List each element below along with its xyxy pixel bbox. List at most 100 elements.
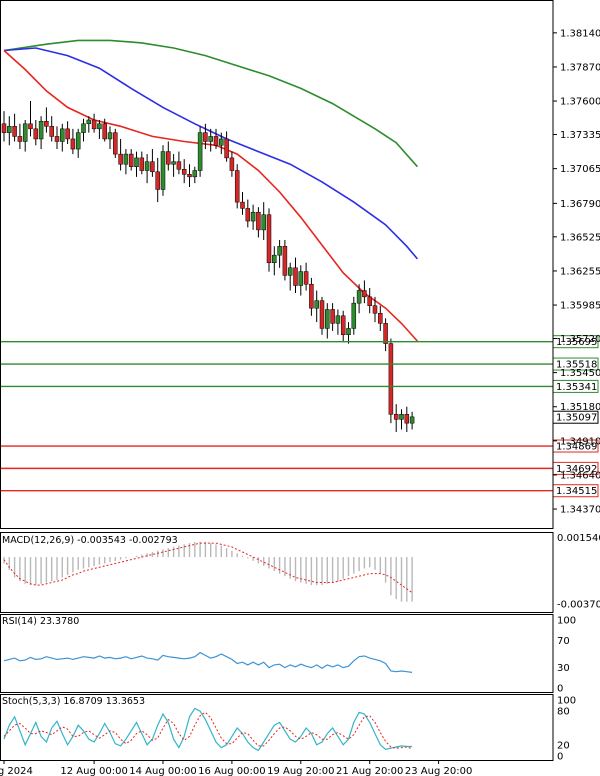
candle-body[interactable] xyxy=(298,271,304,286)
candle-body[interactable] xyxy=(319,300,325,329)
candle-body[interactable] xyxy=(139,157,145,171)
candle-body[interactable] xyxy=(351,302,357,329)
candle-body[interactable] xyxy=(113,132,118,155)
candle-body[interactable] xyxy=(22,123,28,142)
candle-body[interactable] xyxy=(250,211,256,222)
candle-body[interactable] xyxy=(240,201,245,209)
candle-body[interactable] xyxy=(134,157,139,167)
candle-body[interactable] xyxy=(160,151,166,190)
candle-body[interactable] xyxy=(102,123,107,140)
candle-body[interactable] xyxy=(155,171,160,190)
candle-body[interactable] xyxy=(70,138,76,150)
candle-body[interactable] xyxy=(372,305,378,314)
candle-body[interactable] xyxy=(346,328,351,335)
candle-body[interactable] xyxy=(60,128,65,142)
candle-body[interactable] xyxy=(118,153,123,165)
candle-body[interactable] xyxy=(325,309,330,329)
rsi-tick-label: 0 xyxy=(557,684,563,695)
candle-body[interactable] xyxy=(150,161,155,173)
candle-body[interactable] xyxy=(97,123,102,130)
candle-body[interactable] xyxy=(335,315,341,324)
candle-body[interactable] xyxy=(187,174,192,178)
candle-body[interactable] xyxy=(399,414,404,420)
stoch-tick-label: 80 xyxy=(557,707,570,718)
candle-body[interactable] xyxy=(309,283,314,309)
candle-body[interactable] xyxy=(17,136,23,142)
candle-body[interactable] xyxy=(224,138,229,159)
candle-body[interactable] xyxy=(256,211,261,231)
macd-tick-label: 0.001540 xyxy=(557,533,600,544)
candle-body[interactable] xyxy=(86,119,92,125)
candle-body[interactable] xyxy=(81,123,86,133)
candle-body[interactable] xyxy=(303,271,309,285)
candle-body[interactable] xyxy=(409,416,415,424)
candle-body[interactable] xyxy=(65,128,70,140)
candle-body[interactable] xyxy=(1,123,7,133)
candle-body[interactable] xyxy=(144,161,150,171)
candle-body[interactable] xyxy=(203,132,208,142)
price-panel[interactable] xyxy=(1,39,419,432)
candle-body[interactable] xyxy=(192,170,198,178)
candle-body[interactable] xyxy=(383,323,388,344)
chart-canvas[interactable]: 1.356951.355181.353411.350971.348691.346… xyxy=(0,0,600,776)
candle-body[interactable] xyxy=(293,267,298,286)
candle-body[interactable] xyxy=(38,121,44,140)
price-axis: 1.38140 1.37870 1.37600 1.37335 1.37065 1.367… xyxy=(553,28,600,516)
candle-body[interactable] xyxy=(261,214,266,231)
candle-body[interactable] xyxy=(314,300,319,309)
candle-body[interactable] xyxy=(282,246,288,276)
candle-body[interactable] xyxy=(12,126,17,137)
price-tick-label: 1.37335 xyxy=(560,130,600,141)
candle-body[interactable] xyxy=(7,126,12,133)
candle-body[interactable] xyxy=(388,343,394,415)
candle-body[interactable] xyxy=(362,290,367,298)
candle-body[interactable] xyxy=(356,290,362,304)
stoch-label: Stoch(5,3,3) 16.8709 13.3653 xyxy=(2,696,145,707)
candle-body[interactable] xyxy=(123,153,129,165)
candle-body[interactable] xyxy=(272,254,277,263)
candle-body[interactable] xyxy=(91,119,97,130)
candle-body[interactable] xyxy=(197,132,203,171)
candle-body[interactable] xyxy=(28,123,33,130)
candle-body[interactable] xyxy=(277,246,282,256)
candle-body[interactable] xyxy=(75,132,81,150)
rsi-panel[interactable]: RSI(14) 23.3780 100 70 30 0 xyxy=(2,616,576,695)
price-levels: 1.356951.355181.353411.350971.348691.346… xyxy=(0,335,599,498)
candle-body[interactable] xyxy=(287,267,293,276)
macd-panel[interactable]: MACD(12,26,9) -0.003543 -0.002793 0.0015… xyxy=(2,533,600,611)
candle-body[interactable] xyxy=(107,132,113,140)
macd-tick-label: -0.003703 xyxy=(557,600,600,611)
candle-body[interactable] xyxy=(208,136,213,142)
candle-body[interactable] xyxy=(245,208,251,222)
candle-body[interactable] xyxy=(404,414,410,424)
candle-body[interactable] xyxy=(378,313,383,324)
stoch-tick-label: 20 xyxy=(557,740,570,751)
price-tick-label: 1.36255 xyxy=(560,266,600,277)
candle-body[interactable] xyxy=(219,138,224,146)
candle-body[interactable] xyxy=(234,170,240,203)
candle-body[interactable] xyxy=(330,309,335,324)
price-tick-label: 1.35720 xyxy=(560,334,600,345)
candle-body[interactable] xyxy=(340,315,346,335)
candle-body[interactable] xyxy=(266,214,272,263)
time-tick-label: 14 Aug 00:00 xyxy=(129,766,196,776)
candle-body[interactable] xyxy=(44,121,49,127)
candle-body[interactable] xyxy=(229,157,235,171)
candle-body[interactable] xyxy=(54,136,60,142)
candle-body[interactable] xyxy=(166,151,171,165)
candle-body[interactable] xyxy=(176,161,182,170)
candle-body[interactable] xyxy=(181,169,187,175)
current-level-label: 1.35097 xyxy=(556,413,597,424)
time-tick-label: 8 Aug 2024 xyxy=(0,766,33,776)
candle-body[interactable] xyxy=(33,128,39,140)
time-tick-label: 16 Aug 00:00 xyxy=(198,766,265,776)
ma-mid-line xyxy=(3,47,419,260)
stoch-panel[interactable]: Stoch(5,3,3) 16.8709 13.3653 10080 200 xyxy=(2,696,576,763)
candle-body[interactable] xyxy=(171,161,176,165)
candle-body[interactable] xyxy=(213,136,219,146)
macd-signal-line xyxy=(3,542,413,594)
candle-body[interactable] xyxy=(49,126,54,137)
candle-body[interactable] xyxy=(393,414,399,420)
candle-body[interactable] xyxy=(367,296,372,306)
candle-body[interactable] xyxy=(128,153,134,167)
